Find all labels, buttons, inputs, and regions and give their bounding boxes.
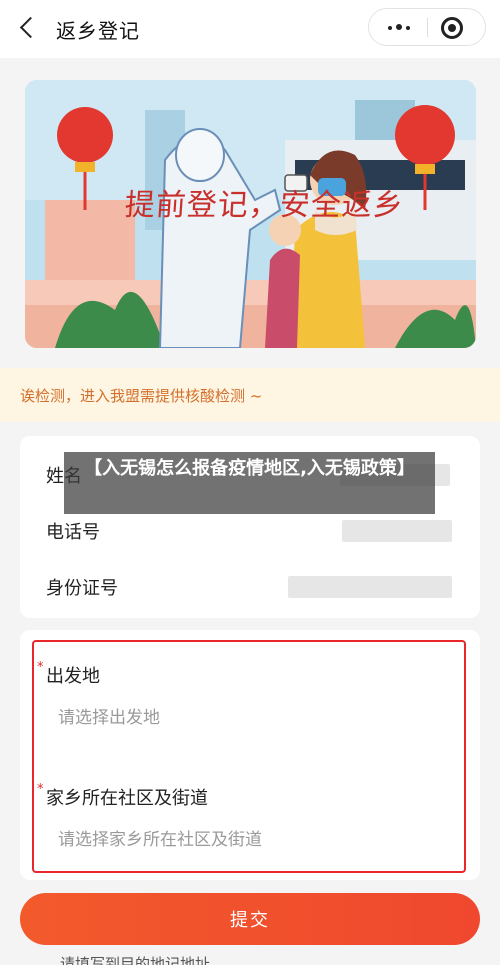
banner-slogan: 提前登记，安全返乡	[123, 188, 405, 223]
required-mark: *	[37, 660, 44, 675]
mini-program-capsule	[368, 8, 486, 46]
page-title: 返乡登记	[56, 19, 140, 43]
more-dots-icon[interactable]	[369, 9, 427, 45]
notice-bar: 诶检测，进入我盟需提供核酸检测 ~	[0, 368, 500, 422]
banner-illustration: 提前登记，安全返乡	[25, 80, 476, 348]
back-chevron-icon[interactable]	[14, 14, 42, 42]
hometown-input[interactable]	[58, 830, 448, 850]
phone-value	[342, 520, 452, 542]
caption-overlay: 【入无锡怎么报备疫情地区,入无锡政策】	[64, 452, 435, 514]
departure-label: * 出发地	[37, 660, 100, 687]
id-number-value	[288, 576, 452, 598]
notice-text: 诶检测，进入我盟需提供核酸检测 ~	[20, 387, 263, 405]
required-mark: *	[37, 782, 44, 797]
id-number-label: 身份证号	[46, 578, 118, 599]
submit-button[interactable]: 提交	[20, 893, 480, 945]
phone-label: 电话号	[46, 522, 100, 543]
bottom-peek-text: 请填写到目的地记地址	[60, 955, 211, 965]
capsule-divider	[427, 18, 428, 37]
top-nav-bar: 返乡登记	[0, 0, 500, 58]
target-icon[interactable]	[439, 15, 465, 41]
departure-input[interactable]	[58, 708, 448, 728]
hometown-label: * 家乡所在社区及街道	[37, 782, 208, 809]
